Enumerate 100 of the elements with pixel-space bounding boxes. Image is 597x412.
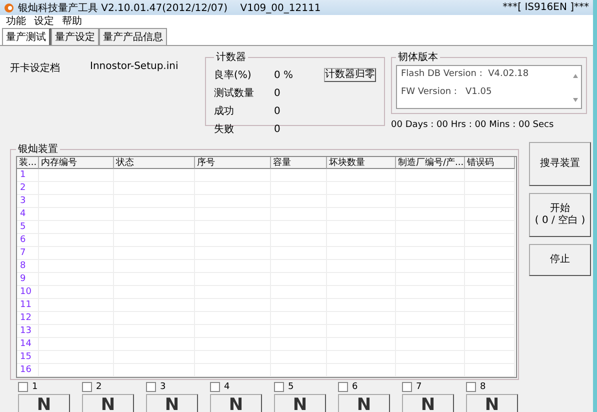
table-cell bbox=[271, 364, 327, 377]
counter-label: 良率(%) bbox=[214, 68, 252, 82]
row-number: 5 bbox=[17, 221, 39, 234]
column-header[interactable]: 容量 bbox=[271, 157, 327, 169]
config-label: 开卡设定档 bbox=[10, 62, 60, 75]
slot-checkbox[interactable] bbox=[402, 382, 412, 392]
app-logo-icon bbox=[4, 2, 14, 12]
column-header[interactable]: 序号 bbox=[195, 157, 271, 169]
group-title: 计数器 bbox=[215, 50, 247, 64]
counter-value: 0 % bbox=[274, 70, 294, 80]
slot-status-button[interactable]: N bbox=[466, 394, 518, 412]
slot-status-button[interactable]: N bbox=[338, 394, 390, 412]
column-header[interactable]: 制造厂编号/产... bbox=[396, 157, 465, 169]
menu-item[interactable]: 功能 bbox=[6, 14, 26, 28]
column-header[interactable]: 坏块数量 bbox=[327, 157, 396, 169]
search-devices-button[interactable]: 搜寻装置 bbox=[529, 142, 591, 186]
slot-status-button[interactable]: N bbox=[402, 394, 454, 412]
group-title: 银灿装置 bbox=[17, 142, 59, 156]
counter-label: 失败 bbox=[214, 122, 235, 136]
row-number: 12 bbox=[17, 312, 39, 325]
table-cell bbox=[327, 169, 396, 182]
slot-label: 4 bbox=[224, 382, 230, 392]
slot-checkbox[interactable] bbox=[82, 382, 92, 392]
row-number: 7 bbox=[17, 247, 39, 260]
counter-label: 成功 bbox=[214, 104, 235, 118]
row-number: 16 bbox=[17, 364, 39, 377]
slot-checkbox[interactable] bbox=[146, 382, 156, 392]
slot-status-button[interactable]: N bbox=[146, 394, 198, 412]
table-cell bbox=[465, 208, 515, 221]
scroll-down-icon[interactable] bbox=[573, 98, 578, 102]
window-title-device: ***[ IS916EN ]*** bbox=[502, 2, 589, 13]
menu-item[interactable]: 帮助 bbox=[62, 14, 82, 28]
row-number: 8 bbox=[17, 260, 39, 273]
table-cell bbox=[465, 234, 515, 247]
firmware-list[interactable]: Flash DB Version : V4.02.18 FW Version : V1.05 bbox=[396, 65, 582, 109]
table-cell bbox=[465, 286, 515, 299]
elapsed-time: 00 Days : 00 Hrs : 00 Mins : 00 Secs bbox=[391, 120, 555, 130]
row-number: 9 bbox=[17, 273, 39, 286]
row-number: 2 bbox=[17, 182, 39, 195]
table-cell bbox=[465, 182, 515, 195]
column-header[interactable]: 状态 bbox=[114, 157, 195, 169]
table-cell bbox=[465, 273, 515, 286]
counter-value: 0 bbox=[274, 106, 282, 116]
tab[interactable]: 量产设定 bbox=[51, 28, 99, 45]
slot-status-button[interactable]: N bbox=[82, 394, 134, 412]
row-number: 10 bbox=[17, 286, 39, 299]
column-header[interactable]: 内存编号 bbox=[39, 157, 114, 169]
config-value: Innostor-Setup.ini bbox=[90, 61, 178, 72]
counter-value: 0 bbox=[274, 88, 282, 98]
table-cell bbox=[465, 364, 515, 377]
stop-button[interactable]: 停止 bbox=[529, 244, 591, 276]
scroll-up-icon[interactable] bbox=[573, 74, 578, 78]
slot-checkbox[interactable] bbox=[210, 382, 220, 392]
slot-checkbox[interactable] bbox=[338, 382, 348, 392]
table-cell bbox=[396, 169, 465, 182]
row-number: 11 bbox=[17, 299, 39, 312]
table-cell bbox=[465, 312, 515, 325]
table-cell bbox=[465, 351, 515, 364]
table-cell bbox=[396, 364, 465, 377]
table-cell bbox=[465, 247, 515, 260]
slot-status-button[interactable]: N bbox=[274, 394, 326, 412]
counter-label: 测试数量 bbox=[214, 86, 255, 100]
menu-item[interactable]: 设定 bbox=[34, 14, 54, 28]
slot-status-button[interactable]: N bbox=[210, 394, 262, 412]
table-cell bbox=[465, 260, 515, 273]
row-number: 1 bbox=[17, 169, 39, 182]
slot-label: 5 bbox=[288, 382, 294, 392]
table-cell bbox=[465, 299, 515, 312]
start-button[interactable]: 开始 ( 0 / 空白 ) bbox=[529, 193, 591, 237]
row-number: 3 bbox=[17, 195, 39, 208]
table-cell bbox=[465, 325, 515, 338]
table-cell bbox=[465, 195, 515, 208]
row-number: 6 bbox=[17, 234, 39, 247]
firmware-version-text: Flash DB Version : V4.02.18 bbox=[401, 69, 529, 79]
slot-checkbox[interactable] bbox=[18, 382, 28, 392]
firmware-version-text: FW Version : V1.05 bbox=[401, 87, 492, 97]
tab[interactable]: 量产产品信息 bbox=[99, 28, 167, 45]
row-number: 14 bbox=[17, 338, 39, 351]
slot-label: 8 bbox=[480, 382, 486, 392]
slot-checkbox[interactable] bbox=[466, 382, 476, 392]
column-header[interactable]: 装... bbox=[17, 157, 39, 169]
group-title: 韧体版本 bbox=[397, 50, 439, 64]
slot-label: 6 bbox=[352, 382, 358, 392]
slot-label: 2 bbox=[96, 382, 102, 392]
table-cell bbox=[465, 221, 515, 234]
row-number: 4 bbox=[17, 208, 39, 221]
slot-status-button[interactable]: N bbox=[18, 394, 70, 412]
table-cell bbox=[465, 169, 515, 182]
window-title: 银灿科技量产工具 V2.10.01.47(2012/12/07) V109_00_12111 bbox=[18, 2, 321, 14]
slot-label: 7 bbox=[416, 382, 422, 392]
row-number: 15 bbox=[17, 351, 39, 364]
row-number: 13 bbox=[17, 325, 39, 338]
slot-checkbox[interactable] bbox=[274, 382, 284, 392]
table-cell bbox=[327, 364, 396, 377]
column-header[interactable]: 错误码 bbox=[465, 157, 515, 169]
counter-value: 0 bbox=[274, 124, 282, 134]
slot-label: 1 bbox=[32, 382, 38, 392]
table-cell bbox=[271, 169, 327, 182]
reset-counter-button[interactable]: 计数器归零 bbox=[324, 68, 376, 82]
tab[interactable]: 量产测试 bbox=[2, 28, 51, 45]
